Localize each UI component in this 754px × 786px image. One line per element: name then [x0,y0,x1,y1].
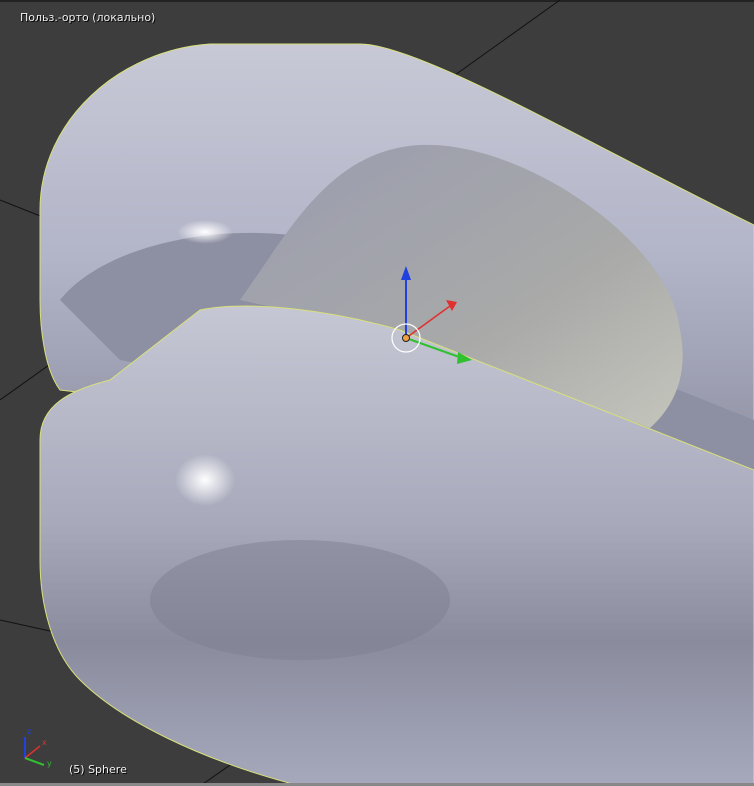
viewport-canvas[interactable]: z x y [0,0,754,786]
axis-x-label: x [42,738,47,747]
object-label: (5) Sphere [69,763,127,776]
axis-y-label: y [47,759,52,768]
shadow [150,540,450,660]
highlight [175,454,235,506]
axes-gizmo: z x y [24,727,52,768]
view-label: Польз.-орто (локально) [20,11,156,24]
3d-viewport[interactable]: z x y Польз.-орто (локально) (5) Sphere [0,0,754,786]
axis-z-label: z [27,727,31,736]
origin-dot-icon [402,334,410,342]
highlight [177,220,233,244]
